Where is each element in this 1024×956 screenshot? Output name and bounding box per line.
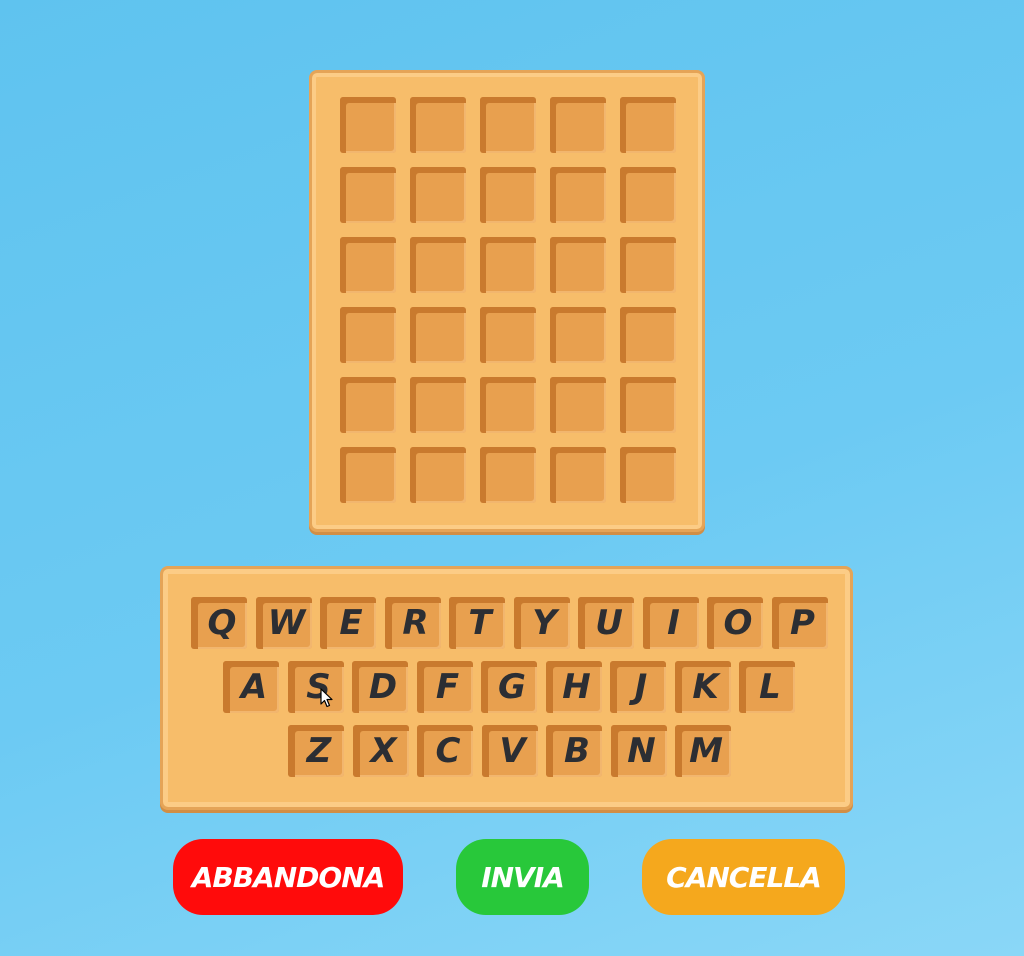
grid-cell bbox=[620, 377, 676, 433]
key-r[interactable]: R bbox=[384, 597, 441, 649]
key-i[interactable]: I bbox=[642, 597, 699, 649]
grid-cell bbox=[410, 167, 466, 223]
game-board bbox=[309, 70, 705, 532]
key-z[interactable]: Z bbox=[288, 725, 344, 777]
grid-cell bbox=[410, 97, 466, 153]
grid-cell bbox=[340, 447, 396, 503]
grid-cell bbox=[550, 97, 606, 153]
grid-cell bbox=[550, 447, 606, 503]
key-h[interactable]: H bbox=[545, 661, 602, 713]
cancella-button[interactable]: CANCELLA bbox=[642, 839, 845, 915]
key-f[interactable]: F bbox=[416, 661, 473, 713]
key-d[interactable]: D bbox=[352, 661, 408, 713]
key-b[interactable]: B bbox=[546, 725, 602, 777]
key-n[interactable]: N bbox=[610, 725, 667, 777]
key-k[interactable]: K bbox=[674, 661, 731, 713]
key-u[interactable]: U bbox=[578, 597, 634, 649]
key-m[interactable]: M bbox=[675, 725, 731, 777]
grid-cell bbox=[480, 97, 536, 153]
grid-cell bbox=[620, 307, 676, 363]
key-t[interactable]: T bbox=[449, 597, 505, 649]
mouse-pointer-icon bbox=[320, 688, 333, 708]
grid-cell bbox=[340, 377, 396, 433]
key-v[interactable]: V bbox=[481, 725, 538, 777]
grid-cell bbox=[620, 167, 676, 223]
grid-cell bbox=[620, 237, 676, 293]
grid-cell bbox=[340, 307, 396, 363]
grid-cell bbox=[340, 237, 396, 293]
grid-cell bbox=[480, 447, 536, 503]
grid-cell bbox=[340, 167, 396, 223]
grid-cell bbox=[410, 377, 466, 433]
grid-cell bbox=[550, 307, 606, 363]
grid-cell bbox=[480, 307, 536, 363]
grid-cell bbox=[340, 97, 396, 153]
key-y[interactable]: Y bbox=[513, 597, 570, 649]
abbandona-button[interactable]: ABBANDONA bbox=[173, 839, 403, 915]
key-q[interactable]: Q bbox=[191, 597, 247, 649]
grid-cell bbox=[620, 97, 676, 153]
keyboard-row-3: ZXCVBNM bbox=[288, 725, 740, 777]
key-l[interactable]: L bbox=[739, 661, 795, 713]
grid-cell bbox=[410, 307, 466, 363]
grid-cell bbox=[410, 447, 466, 503]
grid-cell bbox=[550, 167, 606, 223]
grid-cell bbox=[550, 237, 606, 293]
key-j[interactable]: J bbox=[610, 661, 666, 713]
grid-cell bbox=[410, 237, 466, 293]
invia-button[interactable]: INVIA bbox=[456, 839, 589, 915]
keyboard-row-2: ASDFGHJKL bbox=[223, 661, 804, 713]
key-e[interactable]: E bbox=[320, 597, 376, 649]
grid-cell bbox=[480, 167, 536, 223]
key-a[interactable]: A bbox=[223, 661, 279, 713]
grid-cell bbox=[480, 237, 536, 293]
grid-cell bbox=[550, 377, 606, 433]
keyboard-row-1: QWERTYUIOP bbox=[191, 597, 836, 649]
on-screen-keyboard: QWERTYUIOP ASDFGHJKL ZXCVBNM bbox=[160, 566, 853, 810]
key-c[interactable]: C bbox=[417, 725, 473, 777]
key-g[interactable]: G bbox=[481, 661, 537, 713]
key-p[interactable]: P bbox=[771, 597, 828, 649]
letter-grid bbox=[340, 97, 676, 503]
key-o[interactable]: O bbox=[707, 597, 763, 649]
key-x[interactable]: X bbox=[352, 725, 409, 777]
key-w[interactable]: W bbox=[255, 597, 312, 649]
key-s[interactable]: S bbox=[287, 661, 344, 713]
grid-cell bbox=[480, 377, 536, 433]
grid-cell bbox=[620, 447, 676, 503]
